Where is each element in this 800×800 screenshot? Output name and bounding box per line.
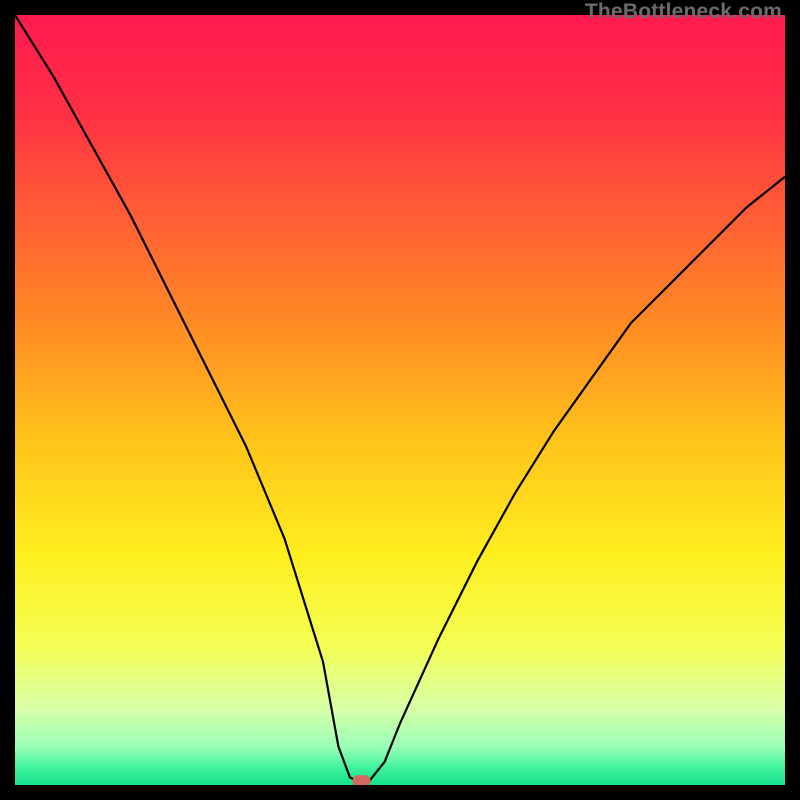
chart-svg bbox=[15, 15, 785, 785]
chart-background bbox=[15, 15, 785, 785]
minimum-marker bbox=[353, 775, 371, 785]
watermark-text: TheBottleneck.com bbox=[585, 0, 782, 24]
